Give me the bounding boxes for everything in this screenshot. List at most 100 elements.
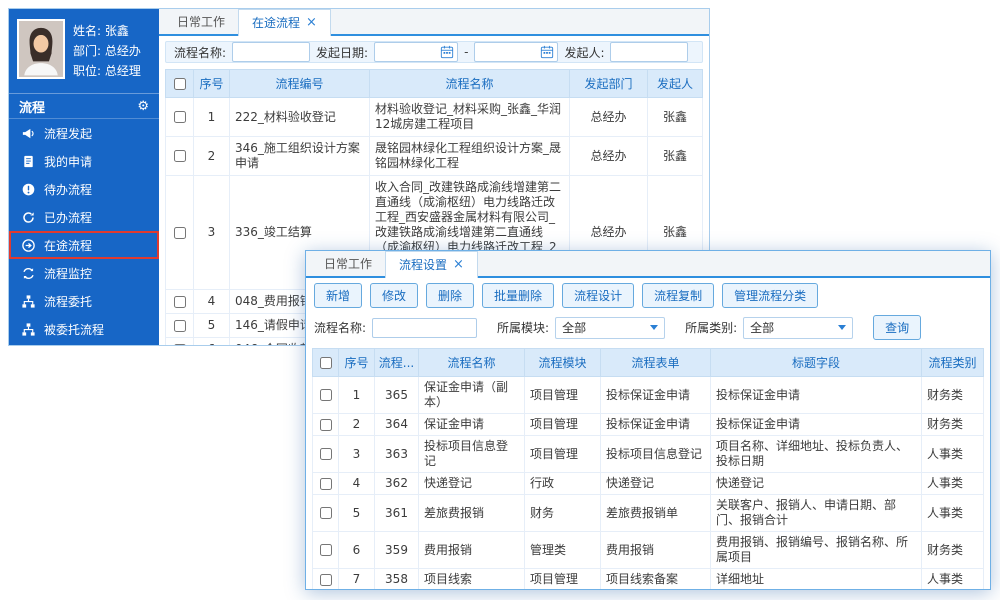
module-select[interactable]: 全部 (555, 317, 665, 339)
row-checkbox[interactable] (320, 478, 332, 490)
cell-title-fields: 费用报销、报销编号、报销名称、所属项目 (711, 532, 922, 569)
process-copy-button[interactable]: 流程复制 (642, 283, 714, 308)
table-row[interactable]: 5 361 差旅费报销 财务 差旅费报销单 关联客户、报销人、申请日期、部门、报… (313, 495, 984, 532)
tab-label: 在途流程 (252, 14, 300, 31)
category-select[interactable]: 全部 (743, 317, 853, 339)
chevron-down-icon (838, 325, 846, 330)
cell-module: 行政 (525, 473, 601, 495)
edit-button[interactable]: 修改 (370, 283, 418, 308)
sidebar-item-process-monitoring[interactable]: 流程监控 (9, 259, 159, 287)
cell-process-name: 材料验收登记_材料采购_张鑫_华润12城房建工程项目 (370, 98, 570, 137)
cell-initiator: 张鑫 (648, 137, 703, 176)
table-row[interactable]: 1 365 保证金申请（副本） 项目管理 投标保证金申请 投标保证金申请 财务类 (313, 377, 984, 414)
cell-no: 5 (194, 314, 230, 338)
cell-process-name: 保证金申请（副本） (419, 377, 525, 414)
gear-icon[interactable]: ⚙ (137, 99, 149, 114)
row-checkbox[interactable] (320, 448, 332, 460)
table-row[interactable]: 2 346_施工组织设计方案申请 晟铭园林绿化工程组织设计方案_晟铭园林绿化工程… (166, 137, 703, 176)
row-checkbox[interactable] (174, 227, 186, 239)
tab-label: 日常工作 (324, 255, 372, 272)
cell-category: 财务类 (922, 532, 984, 569)
process-name-input[interactable] (372, 318, 477, 338)
checkbox-cell (166, 137, 194, 176)
table-row[interactable]: 4 362 快递登记 行政 快递登记 快递登记 人事类 (313, 473, 984, 495)
module-label: 所属模块: (497, 319, 549, 336)
cell-category: 人事类 (922, 436, 984, 473)
cell-title-fields: 快递登记 (711, 473, 922, 495)
tab-daily-work[interactable]: 日常工作 (164, 9, 238, 34)
sidebar-item-pending-processes[interactable]: 待办流程 (9, 175, 159, 203)
sidebar-item-process-delegation[interactable]: 流程委托 (9, 287, 159, 315)
sidebar-item-process-initiate[interactable]: 流程发起 (9, 119, 159, 147)
tab-label: 流程设置 (399, 256, 447, 273)
select-all-checkbox[interactable] (174, 78, 186, 90)
select-all-checkbox[interactable] (320, 357, 332, 369)
table-row[interactable]: 7 358 项目线索 项目管理 项目线索备案 详细地址 人事类 (313, 569, 984, 591)
tab-process-settings[interactable]: 流程设置 × (385, 251, 478, 278)
cell-process-code: 358 (375, 569, 419, 591)
sidebar-item-label: 我的申请 (44, 153, 92, 170)
chevron-down-icon (650, 325, 658, 330)
checkbox-cell (166, 98, 194, 137)
process-name-input[interactable] (232, 42, 310, 62)
tab-in-transit-processes[interactable]: 在途流程 × (238, 9, 331, 36)
table-row[interactable]: 6 359 费用报销 管理类 费用报销 费用报销、报销编号、报销名称、所属项目 … (313, 532, 984, 569)
cell-process-code: 364 (375, 414, 419, 436)
row-checkbox[interactable] (174, 344, 186, 346)
table-row[interactable]: 3 363 投标项目信息登记 项目管理 投标项目信息登记 项目名称、详细地址、投… (313, 436, 984, 473)
row-checkbox[interactable] (320, 419, 332, 431)
row-checkbox[interactable] (174, 320, 186, 332)
sidebar-item-delegated-processes[interactable]: 被委托流程 (9, 315, 159, 343)
start-date-input[interactable] (374, 42, 458, 62)
tab-daily-work[interactable]: 日常工作 (311, 251, 385, 276)
end-date-input[interactable] (474, 42, 558, 62)
row-checkbox[interactable] (320, 544, 332, 556)
cell-category: 财务类 (922, 414, 984, 436)
sidebar-item-completed-processes[interactable]: 已办流程 (9, 203, 159, 231)
cell-no: 3 (339, 436, 375, 473)
checkbox-cell (313, 569, 339, 591)
row-checkbox[interactable] (174, 150, 186, 162)
initiator-input[interactable] (610, 42, 688, 62)
sidebar: 姓名: 张鑫 部门: 总经办 职位: 总经理 流程 ⚙ 流程发起 我的申请 (9, 9, 159, 345)
checkbox-cell (313, 436, 339, 473)
row-checkbox[interactable] (174, 111, 186, 123)
add-button[interactable]: 新增 (314, 283, 362, 308)
sidebar-item-in-transit-processes[interactable]: 在途流程 (9, 231, 159, 259)
tab-close-icon[interactable]: × (453, 258, 464, 271)
category-select-value: 全部 (750, 319, 774, 336)
category-label: 所属类别: (685, 319, 737, 336)
cell-process-name: 晟铭园林绿化工程组织设计方案_晟铭园林绿化工程 (370, 137, 570, 176)
checkbox-cell (313, 532, 339, 569)
cell-process-name: 快递登记 (419, 473, 525, 495)
search-button[interactable]: 查询 (873, 315, 921, 340)
sidebar-item-label: 流程发起 (44, 125, 92, 142)
process-settings-table: 序号 流程... 流程名称 流程模块 流程表单 标题字段 流程类别 1 365 … (312, 348, 984, 590)
cell-module: 项目管理 (525, 414, 601, 436)
manage-category-button[interactable]: 管理流程分类 (722, 283, 818, 308)
col-process-code: 流程编号 (230, 70, 370, 98)
row-checkbox[interactable] (320, 389, 332, 401)
cell-module: 项目管理 (525, 377, 601, 414)
table-row[interactable]: 2 364 保证金申请 项目管理 投标保证金申请 投标保证金申请 财务类 (313, 414, 984, 436)
row-checkbox[interactable] (320, 507, 332, 519)
row-checkbox[interactable] (174, 296, 186, 308)
row-checkbox[interactable] (320, 574, 332, 586)
cell-form: 费用报销 (601, 532, 711, 569)
delete-button[interactable]: 删除 (426, 283, 474, 308)
cell-title-fields: 关联客户、报销人、申请日期、部门、报销合计 (711, 495, 922, 532)
tab-close-icon[interactable]: × (306, 16, 317, 29)
process-design-button[interactable]: 流程设计 (562, 283, 634, 308)
sidebar-item-my-applications[interactable]: 我的申请 (9, 147, 159, 175)
sidebar-item-label: 被委托流程 (44, 321, 104, 338)
cell-title-fields: 投标保证金申请 (711, 377, 922, 414)
checkbox-cell (166, 290, 194, 314)
cell-process-code: 222_材料验收登记 (230, 98, 370, 137)
profile-photo (17, 19, 65, 79)
batch-delete-button[interactable]: 批量删除 (482, 283, 554, 308)
table-row[interactable]: 1 222_材料验收登记 材料验收登记_材料采购_张鑫_华润12城房建工程项目 … (166, 98, 703, 137)
initiator-label: 发起人: (564, 44, 604, 61)
checkbox-cell (313, 377, 339, 414)
cell-process-name: 差旅费报销 (419, 495, 525, 532)
checkbox-cell (313, 495, 339, 532)
